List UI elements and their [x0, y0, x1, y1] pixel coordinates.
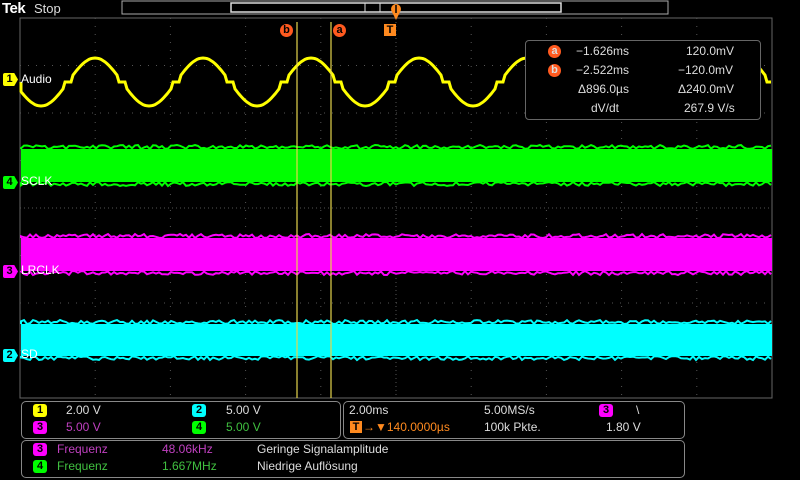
trigger-slope-icon: \ — [636, 403, 639, 417]
measurement-2-name: Frequenz — [57, 459, 108, 473]
ch4-label: SCLK — [21, 174, 52, 188]
measurement-1-badge: 3 — [33, 443, 47, 456]
delta-time: Δ896.0µs — [578, 82, 629, 96]
ch2-label: SD — [21, 347, 38, 361]
ch3-scale: 5.00 V — [66, 420, 101, 434]
ch3-scale-badge[interactable]: 3 — [33, 421, 47, 434]
ch3-label: LRCLK — [21, 263, 60, 277]
ch2-scale-badge[interactable]: 2 — [192, 404, 206, 417]
measurement-1-note: Geringe Signalamplitude — [257, 442, 388, 456]
dvdt-value: 267.9 V/s — [684, 101, 735, 115]
trigger-arrow-icon[interactable] — [390, 2, 402, 22]
cursor-a-marker[interactable]: a — [333, 24, 346, 37]
vertical-settings-panel[interactable]: 1 2.00 V 2 5.00 V 3 5.00 V 4 5.00 V — [21, 401, 341, 439]
ch1-label: Audio — [21, 72, 52, 86]
ch4-sclk-trace — [21, 149, 772, 182]
ch4-scale: 5.00 V — [226, 420, 261, 434]
ch2-sd-trace — [21, 324, 772, 356]
cursor-b-time: −2.522ms — [576, 63, 629, 77]
cursor-b-value: −120.0mV — [678, 63, 733, 77]
sample-rate: 5.00MS/s — [484, 403, 535, 417]
measurement-2-value: 1.667MHz — [162, 459, 217, 473]
ch1-scale-badge[interactable]: 1 — [33, 404, 47, 417]
measurement-2-badge: 4 — [33, 460, 47, 473]
cursor-b-marker[interactable]: b — [280, 24, 293, 37]
timebase: 2.00ms — [349, 403, 388, 417]
trigger-position: →▼140.0000µs — [363, 420, 450, 434]
readout-cursor-a-icon: a — [548, 45, 561, 58]
measurement-2-note: Niedrige Auflösung — [257, 459, 358, 473]
dvdt-label: dV/dt — [591, 101, 619, 115]
delta-value: Δ240.0mV — [678, 82, 734, 96]
cursor-a-value: 120.0mV — [686, 44, 734, 58]
trigger-level: 1.80 V — [606, 420, 641, 434]
trigger-source-badge[interactable]: 3 — [599, 404, 613, 417]
readout-cursor-b-icon: b — [548, 64, 561, 77]
ch1-scale: 2.00 V — [66, 403, 101, 417]
cursor-a-time: −1.626ms — [576, 44, 629, 58]
ch2-scale: 5.00 V — [226, 403, 261, 417]
trigger-icon: T — [350, 421, 362, 433]
cursor-readout[interactable]: a −1.626ms 120.0mV b −2.522ms −120.0mV Δ… — [525, 40, 761, 120]
ch4-scale-badge[interactable]: 4 — [192, 421, 206, 434]
trigger-position-marker[interactable]: T — [384, 24, 396, 36]
ch3-lrclk-trace — [21, 238, 772, 271]
record-length: 100k Pkte. — [484, 420, 541, 434]
measurement-1-name: Frequenz — [57, 442, 108, 456]
measurement-1-value: 48.06kHz — [162, 442, 213, 456]
horizontal-settings-panel[interactable]: 2.00ms 5.00MS/s 3 \ T →▼140.0000µs 100k … — [343, 401, 685, 439]
measurement-panel[interactable]: 3 Frequenz 48.06kHz Geringe Signalamplit… — [21, 440, 685, 478]
